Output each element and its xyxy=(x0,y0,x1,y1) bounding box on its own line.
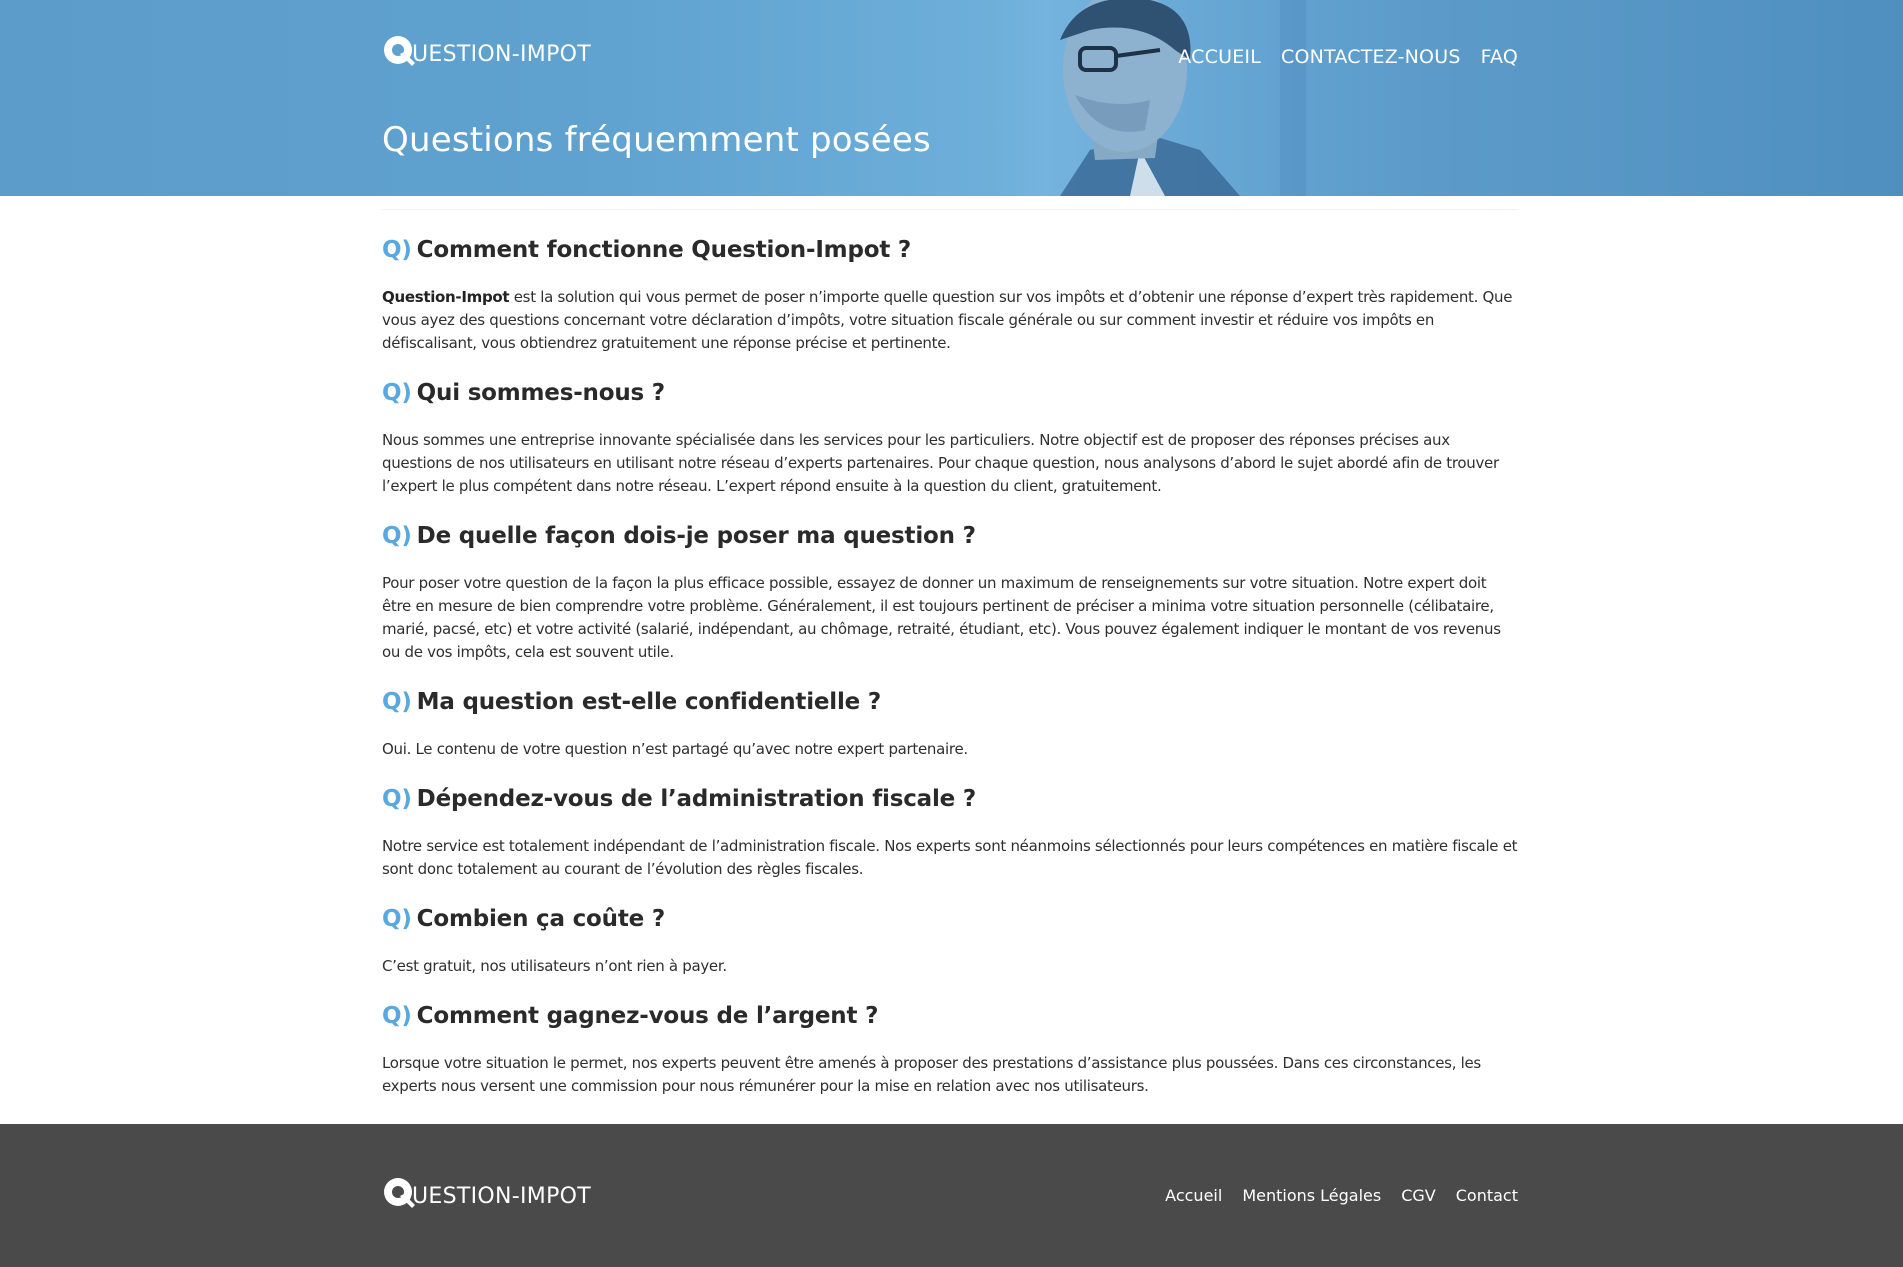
logo-q-icon xyxy=(382,1176,416,1210)
faq-question: Q) Combien ça coûte ? xyxy=(382,905,1518,933)
header-logo[interactable]: UESTION-IMPOT xyxy=(382,34,591,68)
faq-question: Q) Dépendez-vous de l’administration fisc… xyxy=(382,785,1518,813)
faq-list: Q) Comment fonctionne Question-Impot ? Qu… xyxy=(382,210,1518,1098)
faq-item: Q) Comment gagnez-vous de l’argent ? Lors… xyxy=(382,1002,1518,1098)
faq-question-text: Dépendez-vous de l’administration fiscal… xyxy=(416,786,977,812)
faq-question-text: Qui sommes-nous ? xyxy=(416,380,665,406)
faq-answer: Notre service est totalement indépendant… xyxy=(382,837,1518,878)
footer-logo[interactable]: UESTION-IMPOT xyxy=(382,1176,591,1210)
faq-q-prefix: Q) xyxy=(382,786,412,812)
main-nav: ACCUEIL CONTACTEZ-NOUS FAQ xyxy=(1178,46,1518,68)
footer-link-accueil[interactable]: Accueil xyxy=(1165,1186,1222,1205)
footer-container: UESTION-IMPOT Accueil Mentions Légales C… xyxy=(382,1124,1518,1267)
content-divider xyxy=(382,196,1518,210)
faq-q-prefix: Q) xyxy=(382,523,412,549)
faq-item: Q) De quelle façon dois-je poser ma quest… xyxy=(382,522,1518,664)
footer-link-mentions-legales[interactable]: Mentions Légales xyxy=(1242,1186,1381,1205)
faq-answer: Question-Impot est la solution qui vous … xyxy=(382,286,1518,355)
faq-question-text: Comment fonctionne Question-Impot ? xyxy=(416,237,912,263)
logo-text: UESTION-IMPOT xyxy=(412,42,591,67)
faq-question: Q) Ma question est-elle confidentielle ? xyxy=(382,688,1518,716)
faq-item: Q) Qui sommes-nous ? Nous sommes une entr… xyxy=(382,379,1518,498)
faq-answer: Oui. Le contenu de votre question n’est … xyxy=(382,740,968,758)
faq-answer-brand: Question-Impot xyxy=(382,288,510,306)
faq-answer: Nous sommes une entreprise innovante spé… xyxy=(382,431,1499,495)
faq-question-text: De quelle façon dois-je poser ma questio… xyxy=(416,523,976,549)
nav-faq[interactable]: FAQ xyxy=(1481,46,1518,68)
faq-q-prefix: Q) xyxy=(382,1003,412,1029)
faq-question: Q) De quelle façon dois-je poser ma quest… xyxy=(382,522,1518,550)
footer-nav: Accueil Mentions Légales CGV Contact xyxy=(1165,1186,1518,1205)
footer-link-cgv[interactable]: CGV xyxy=(1401,1186,1436,1205)
nav-accueil[interactable]: ACCUEIL xyxy=(1178,46,1261,68)
faq-question: Q) Comment fonctionne Question-Impot ? xyxy=(382,236,1518,264)
faq-answer: C’est gratuit, nos utilisateurs n’ont ri… xyxy=(382,957,727,975)
faq-item: Q) Ma question est-elle confidentielle ? … xyxy=(382,688,1518,761)
faq-question: Q) Qui sommes-nous ? xyxy=(382,379,1518,407)
faq-answer: Pour poser votre question de la façon la… xyxy=(382,574,1501,661)
header-container: UESTION-IMPOT ACCUEIL CONTACTEZ-NOUS FAQ… xyxy=(382,0,1518,196)
page-footer: UESTION-IMPOT Accueil Mentions Légales C… xyxy=(0,1124,1903,1267)
faq-q-prefix: Q) xyxy=(382,237,412,263)
faq-item: Q) Dépendez-vous de l’administration fisc… xyxy=(382,785,1518,881)
faq-q-prefix: Q) xyxy=(382,689,412,715)
faq-answer-text: est la solution qui vous permet de poser… xyxy=(382,288,1513,352)
faq-question-text: Combien ça coûte ? xyxy=(416,906,665,932)
footer-link-contact[interactable]: Contact xyxy=(1456,1186,1518,1205)
faq-answer: Lorsque votre situation le permet, nos e… xyxy=(382,1054,1481,1095)
logo-text: UESTION-IMPOT xyxy=(412,1184,591,1209)
faq-item: Q) Combien ça coûte ? C’est gratuit, nos … xyxy=(382,905,1518,978)
faq-q-prefix: Q) xyxy=(382,380,412,406)
faq-q-prefix: Q) xyxy=(382,906,412,932)
page-header: UESTION-IMPOT ACCUEIL CONTACTEZ-NOUS FAQ… xyxy=(0,0,1903,196)
faq-item: Q) Comment fonctionne Question-Impot ? Qu… xyxy=(382,236,1518,355)
page-title: Questions fréquemment posées xyxy=(382,120,931,160)
faq-question-text: Ma question est-elle confidentielle ? xyxy=(416,689,882,715)
faq-question-text: Comment gagnez-vous de l’argent ? xyxy=(416,1003,879,1029)
nav-contactez-nous[interactable]: CONTACTEZ-NOUS xyxy=(1281,46,1461,68)
logo-q-icon xyxy=(382,34,416,68)
faq-question: Q) Comment gagnez-vous de l’argent ? xyxy=(382,1002,1518,1030)
